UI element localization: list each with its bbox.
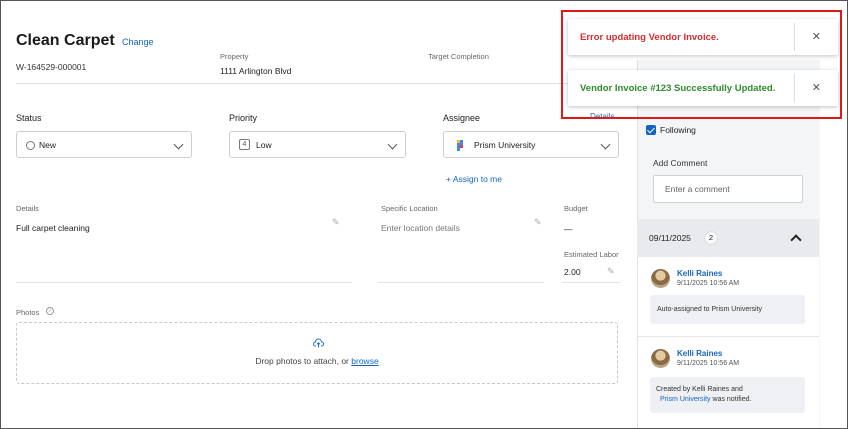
activity-entry: Kelli Raines 9/11/2025 10:56 AM Auto-ass… <box>638 257 819 336</box>
assignee-select[interactable]: Prism University <box>443 131 619 158</box>
entry-message: Created by Kelli Raines and Prism Univer… <box>650 377 805 413</box>
prism-university-link[interactable]: Prism University <box>660 396 711 403</box>
status-new-icon <box>26 141 35 150</box>
add-comment-label: Add Comment <box>653 158 708 168</box>
browse-link[interactable]: browse <box>351 356 378 366</box>
chevron-down-icon <box>173 139 184 150</box>
header-divider <box>16 83 620 84</box>
labor-underline <box>562 282 620 283</box>
page-title: Clean Carpet <box>16 32 115 49</box>
author-name[interactable]: Kelli Raines <box>677 349 722 358</box>
priority-value: Low <box>256 140 272 150</box>
chevron-down-icon <box>600 139 611 150</box>
details-label: Details <box>16 204 39 213</box>
status-label: Status <box>16 113 42 123</box>
entry-text: Auto-assigned to Prism University <box>657 306 763 313</box>
photos-label: Photos <box>16 308 40 317</box>
activity-entry: Kelli Raines 9/11/2025 10:56 AM Created … <box>638 337 819 428</box>
drop-instructions: Drop photos to attach, or browse <box>17 356 617 366</box>
assignee-label: Assignee <box>443 113 481 123</box>
details-underline <box>16 282 352 283</box>
avatar <box>651 349 670 368</box>
assign-to-me-button[interactable]: + Assign to me <box>446 174 502 184</box>
info-icon: i <box>46 307 54 315</box>
drop-text: Drop photos to attach, or <box>255 356 349 366</box>
budget-label: Budget <box>564 204 588 213</box>
priority-select[interactable]: 4 Low <box>229 131 406 158</box>
entry-text-pre: Created by Kelli Raines and <box>656 386 743 393</box>
edit-icon[interactable]: ✎ <box>534 217 543 227</box>
property-value: 1111 Arlington Blvd <box>220 66 292 76</box>
comment-input[interactable]: Enter a comment <box>653 175 803 203</box>
priority-label: Priority <box>229 113 258 123</box>
author-name[interactable]: Kelli Raines <box>677 269 722 278</box>
highlight-box <box>561 10 842 119</box>
avatar <box>651 269 670 288</box>
estimated-labor-value[interactable]: 2.00 <box>564 267 581 277</box>
entry-timestamp: 9/11/2025 10:56 AM <box>677 280 740 287</box>
budget-value: — <box>564 224 573 234</box>
specific-location-label: Specific Location <box>381 204 438 213</box>
date-group-header[interactable]: 09/11/2025 2 <box>637 219 819 257</box>
date-count-badge: 2 <box>704 231 718 245</box>
assignee-value: Prism University <box>474 140 536 150</box>
chevron-up-icon[interactable] <box>790 234 802 246</box>
edit-icon[interactable]: ✎ <box>332 217 341 227</box>
date-group-label: 09/11/2025 <box>649 233 691 243</box>
entry-text-post: was notified. <box>712 396 752 403</box>
edit-icon[interactable]: ✎ <box>607 266 616 276</box>
photo-dropzone[interactable]: Drop photos to attach, or browse <box>16 322 618 384</box>
status-value: New <box>39 140 57 150</box>
location-underline <box>378 282 544 283</box>
prism-logo-icon <box>457 140 463 151</box>
cloud-upload-icon <box>313 338 324 348</box>
priority-level-icon: 4 <box>239 139 250 150</box>
following-label: Following <box>660 125 696 135</box>
target-completion-label: Target Completion <box>428 52 489 61</box>
details-value[interactable]: Full carpet cleaning <box>16 223 90 233</box>
estimated-labor-label: Estimated Labor <box>564 250 619 259</box>
following-checkbox[interactable] <box>646 125 656 135</box>
entry-timestamp: 9/11/2025 10:56 AM <box>677 360 740 367</box>
work-order-id: W-164529-000001 <box>16 62 87 72</box>
change-link[interactable]: Change <box>122 37 154 47</box>
specific-location-input[interactable]: Enter location details <box>381 223 460 233</box>
entry-message: Auto-assigned to Prism University <box>650 295 805 324</box>
chevron-down-icon <box>387 139 398 150</box>
property-label: Property <box>220 52 249 61</box>
status-select[interactable]: New <box>16 131 192 158</box>
